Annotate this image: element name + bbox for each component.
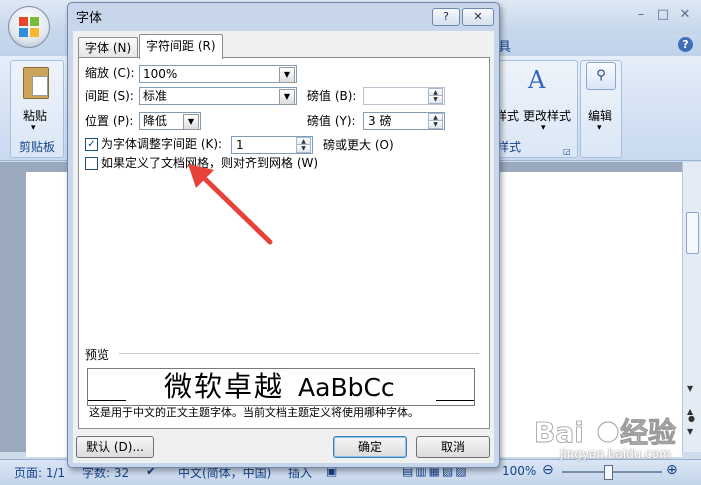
position-value: 降低 xyxy=(143,114,168,128)
scroll-down-icon[interactable]: ▼ xyxy=(687,384,693,393)
spin-down-icon[interactable]: ▼ xyxy=(296,144,311,153)
close-window-icon[interactable]: ✕ xyxy=(676,8,694,22)
scale-value: 100% xyxy=(143,67,178,81)
find-binoculars-icon: ⚲ xyxy=(586,62,616,90)
preview-baseline-right xyxy=(436,400,474,401)
dialog-help-button[interactable]: ? xyxy=(432,8,460,26)
clipboard-group: 粘贴 ▾ 剪贴板 xyxy=(10,60,64,158)
kerning-spinner[interactable]: 1 ▲ ▼ xyxy=(231,136,313,154)
position-label: 位置 (P): xyxy=(85,114,134,128)
chevron-down-icon[interactable]: ▼ xyxy=(183,114,199,130)
paste-icon[interactable] xyxy=(23,67,49,99)
dialog-close-button[interactable]: ✕ xyxy=(462,8,494,26)
help-icon[interactable]: ? xyxy=(678,37,693,52)
chevron-down-icon[interactable]: ▼ xyxy=(279,67,295,83)
styles-launcher-icon[interactable]: ◲ xyxy=(563,147,571,156)
edit-button[interactable]: 编辑 xyxy=(588,107,612,124)
default-button[interactable]: 默认 (D)... xyxy=(76,436,154,458)
kerning-checkbox[interactable]: ✓ xyxy=(85,138,98,151)
preview-baseline-left xyxy=(88,400,126,401)
position-by-spinner[interactable]: 3 磅 ▲ ▼ xyxy=(363,112,445,130)
zoom-out-icon[interactable]: ⊖ xyxy=(542,462,554,478)
edit-dropdown-icon[interactable]: ▾ xyxy=(597,123,602,133)
dialog-client: 字体 (N) 字符间距 (R) 缩放 (C): 100% ▼ 间距 (S): 标… xyxy=(73,31,494,463)
tab-character-spacing[interactable]: 字符间距 (R) xyxy=(139,34,223,59)
browse-object-icon[interactable]: ● xyxy=(688,414,695,423)
maximize-icon[interactable]: □ xyxy=(654,8,672,22)
scale-label: 缩放 (C): xyxy=(85,66,135,80)
preview-sample-latin: AaBbCc xyxy=(298,373,395,402)
spacing-combo[interactable]: 标准 ▼ xyxy=(139,87,297,105)
kerning-suffix: 磅或更大 (O) xyxy=(323,138,394,152)
position-combo[interactable]: 降低 ▼ xyxy=(139,112,201,130)
font-dialog: 字体 ? ✕ 字体 (N) 字符间距 (R) 缩放 (C): 100% ▼ 间距… xyxy=(67,2,500,468)
office-button[interactable] xyxy=(8,6,50,48)
paste-button[interactable]: 粘贴 xyxy=(23,107,47,124)
ok-button[interactable]: 确定 xyxy=(333,436,407,458)
kerning-label: 为字体调整字间距 (K): xyxy=(101,137,223,151)
snap-grid-label: 如果定义了文档网格，则对齐到网格 (W) xyxy=(101,156,319,170)
status-page[interactable]: 页面: 1/1 xyxy=(14,464,65,481)
spin-down-icon[interactable]: ▼ xyxy=(428,95,443,104)
character-spacing-panel: 缩放 (C): 100% ▼ 间距 (S): 标准 ▼ 磅值 (B): ▲ ▼ … xyxy=(78,57,490,429)
preview-sample: 微软卓越 AaBbCc xyxy=(164,369,395,405)
preview-box: 微软卓越 AaBbCc xyxy=(87,368,475,406)
preview-sample-cjk: 微软卓越 xyxy=(164,370,285,403)
paste-dropdown-icon[interactable]: ▾ xyxy=(31,123,36,133)
tab-font[interactable]: 字体 (N) xyxy=(78,37,139,58)
snap-grid-checkbox[interactable] xyxy=(85,157,98,170)
cancel-button[interactable]: 取消 xyxy=(416,436,490,458)
preview-description: 这是用于中文的正文主题字体。当前文档主题定义将使用哪种字体。 xyxy=(89,406,419,419)
status-zoom[interactable]: 100% xyxy=(502,464,536,478)
kerning-value: 1 xyxy=(236,138,244,152)
preview-divider xyxy=(119,353,479,354)
next-page-icon[interactable]: ▼ xyxy=(687,427,693,436)
chevron-down-icon[interactable]: ▼ xyxy=(279,89,295,105)
zoom-slider-thumb[interactable] xyxy=(604,465,613,480)
change-style-dropdown-icon[interactable]: ▾ xyxy=(541,123,546,133)
styles-icon: A xyxy=(528,66,546,94)
minimize-icon[interactable]: – xyxy=(632,8,650,22)
spacing-label: 间距 (S): xyxy=(85,89,134,103)
watermark-url: jingyan.baidu.com xyxy=(560,447,671,461)
dialog-title: 字体 xyxy=(76,11,103,26)
spacing-value: 标准 xyxy=(143,89,168,103)
scale-combo[interactable]: 100% ▼ xyxy=(139,65,297,83)
spacing-by-spinner[interactable]: ▲ ▼ xyxy=(363,87,445,105)
position-by-value: 3 磅 xyxy=(368,114,392,128)
change-style-button[interactable]: 更改样式 xyxy=(523,107,571,124)
office-logo-icon xyxy=(19,17,39,37)
spacing-by-label: 磅值 (B): xyxy=(307,89,357,103)
zoom-in-icon[interactable]: ⊕ xyxy=(666,462,678,478)
scroll-thumb[interactable] xyxy=(686,212,699,254)
vertical-scrollbar[interactable]: ▼ ▲ ● ▼ xyxy=(682,162,701,452)
position-by-label: 磅值 (Y): xyxy=(307,114,356,128)
spin-down-icon[interactable]: ▼ xyxy=(428,120,443,129)
preview-label: 预览 xyxy=(85,348,110,362)
clipboard-group-label: 剪贴板 xyxy=(18,140,55,154)
